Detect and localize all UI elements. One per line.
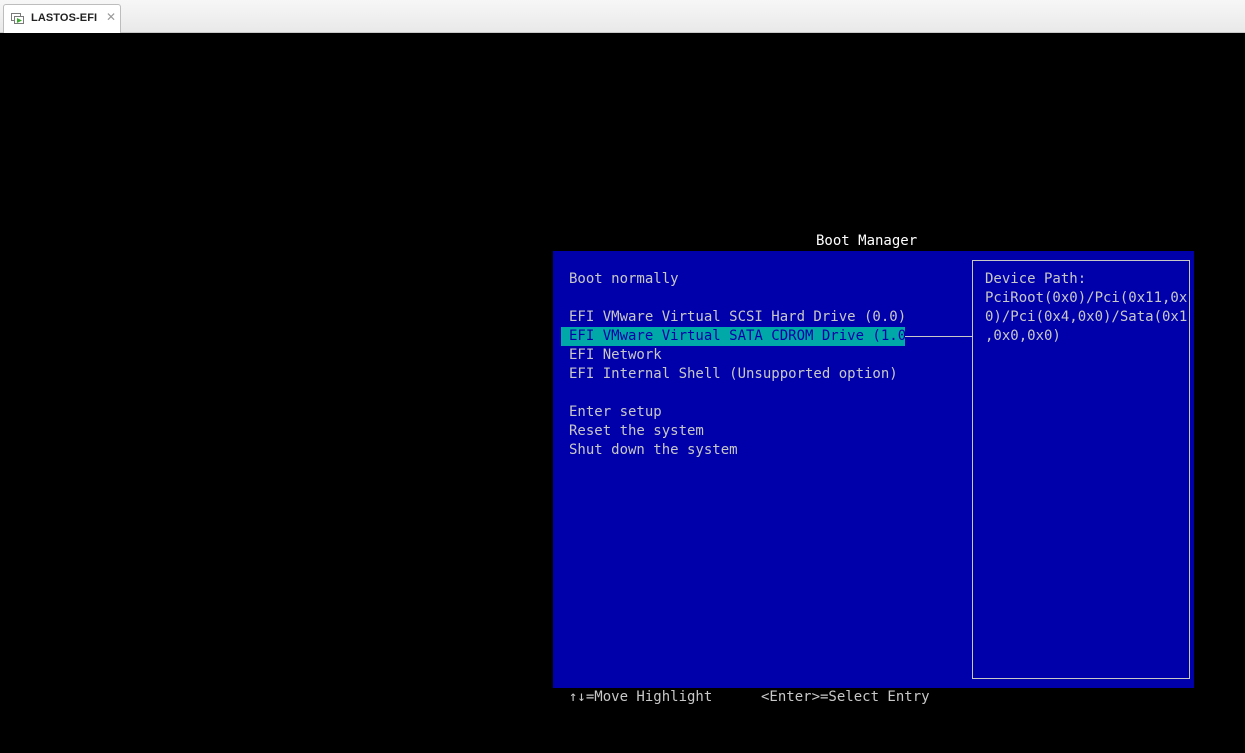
hint-select-entry: <Enter>=Select Entry (761, 689, 930, 705)
boot-option-reset-system[interactable]: Reset the system (569, 422, 704, 441)
boot-option-scsi-hard-drive[interactable]: EFI VMware Virtual SCSI Hard Drive (0.0) (569, 308, 906, 327)
vm-icon (11, 13, 24, 26)
vm-tab-strip: LASTOS-EFI ✕ (0, 0, 1245, 33)
boot-manager-title: Boot Manager (816, 233, 918, 249)
boot-option-enter-setup[interactable]: Enter setup (569, 403, 662, 422)
help-device-path-line: 0)/Pci(0x4,0x0)/Sata(0x1 (985, 309, 1188, 325)
vmware-workstation-window: LASTOS-EFI ✕ Boot Manager Boot normally … (0, 0, 1245, 753)
help-connector-line (905, 336, 972, 337)
boot-option-internal-shell[interactable]: EFI Internal Shell (Unsupported option) (569, 365, 898, 384)
boot-option-boot-normally[interactable]: Boot normally (569, 270, 679, 289)
boot-option-sata-cdrom-drive[interactable]: EFI VMware Virtual SATA CDROM Drive (1.0… (561, 327, 915, 346)
vm-tab-title: LASTOS-EFI (31, 12, 98, 24)
help-device-path-line: ,0x0,0x0) (985, 328, 1061, 344)
help-device-path-line: PciRoot(0x0)/Pci(0x11,0x (985, 290, 1188, 306)
boot-option-efi-network[interactable]: EFI Network (569, 346, 662, 365)
vm-tab-lastos-efi[interactable]: LASTOS-EFI ✕ (3, 4, 121, 33)
close-icon[interactable]: ✕ (105, 10, 117, 24)
help-heading: Device Path: (985, 271, 1087, 287)
boot-option-shut-down[interactable]: Shut down the system (569, 441, 738, 460)
hint-move-highlight: ↑↓=Move Highlight (569, 689, 713, 705)
